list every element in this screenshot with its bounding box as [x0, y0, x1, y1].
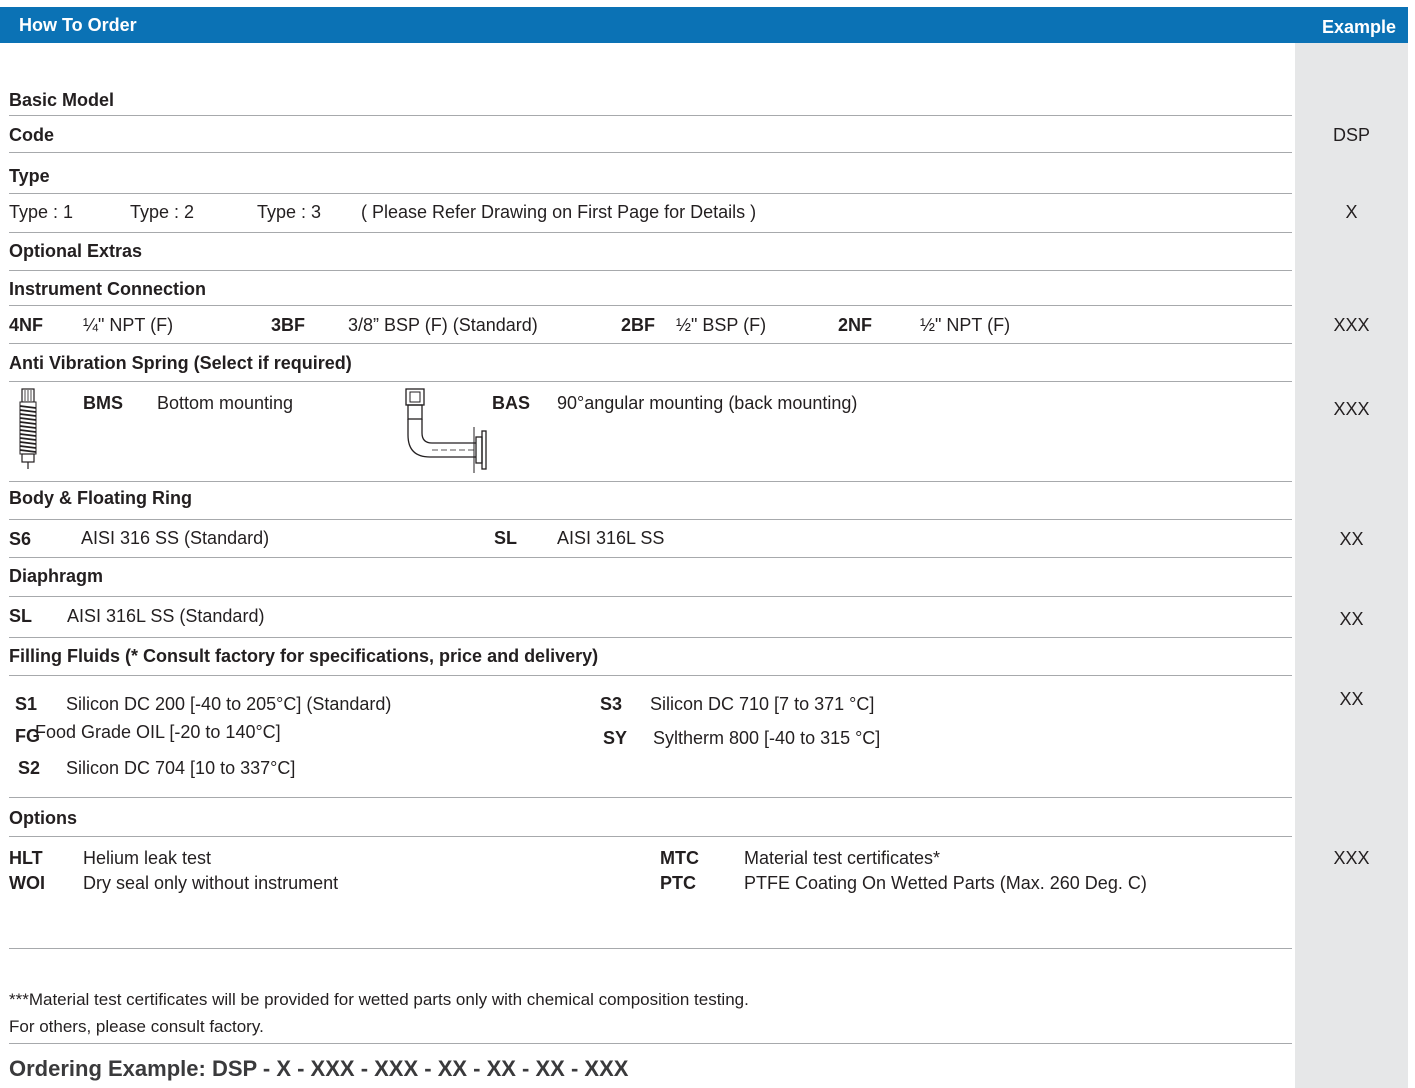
code-heading: Code: [9, 125, 54, 145]
code-2nf: 2NF: [838, 315, 873, 335]
angular-mounting-icon: [405, 388, 487, 473]
anti-vibration-heading: Anti Vibration Spring (Select if require…: [9, 353, 352, 373]
divider: [9, 637, 1292, 638]
code-4nf: 4NF: [9, 315, 44, 335]
footnote-line-1: ***Material test certificates will be pr…: [9, 990, 749, 1009]
basic-model-heading: Basic Model: [9, 90, 115, 110]
type-example: X: [1345, 202, 1358, 222]
desc-hlt: Helium leak test: [83, 848, 212, 868]
desc-s6: AISI 316 SS (Standard): [81, 528, 270, 548]
order-header-bar: How To Order Example: [0, 7, 1408, 43]
code-bas: BAS: [492, 393, 531, 413]
desc-2nf: ½" NPT (F): [920, 315, 1011, 335]
code-3bf: 3BF: [271, 315, 306, 335]
bottom-mounting-spring-icon: [19, 388, 37, 469]
diaphragm-heading: Diaphragm: [9, 566, 104, 586]
code-example: DSP: [1332, 125, 1370, 145]
divider: [9, 343, 1292, 344]
desc-s3: Silicon DC 710 [7 to 371 °C]: [650, 694, 875, 714]
code-sl-body: SL: [494, 528, 518, 548]
desc-sy: Syltherm 800 [-40 to 315 °C]: [653, 728, 881, 748]
type-note: ( Please Refer Drawing on First Page for…: [361, 202, 757, 222]
type-option-2: Type : 2: [130, 202, 195, 222]
divider: [9, 675, 1292, 676]
example-column-title: Example: [1321, 17, 1396, 37]
how-to-order-title: How To Order: [19, 15, 137, 35]
code-s3: S3: [600, 694, 623, 714]
divider: [9, 948, 1292, 949]
desc-mtc: Material test certificates*: [744, 848, 941, 868]
desc-sl-diaphragm: AISI 316L SS (Standard): [67, 606, 265, 626]
divider: [9, 481, 1292, 482]
code-bms: BMS: [83, 393, 123, 413]
type-heading: Type: [9, 166, 50, 186]
desc-sl-body: AISI 316L SS: [557, 528, 665, 548]
divider: [9, 381, 1292, 382]
instrument-connection-example: XXX: [1333, 315, 1370, 335]
code-2bf: 2BF: [621, 315, 656, 335]
optional-extras-heading: Optional Extras: [9, 241, 143, 261]
example-column: [1295, 43, 1408, 1088]
divider: [9, 519, 1292, 520]
code-s1: S1: [15, 694, 38, 714]
divider: [9, 193, 1292, 194]
options-example: XXX: [1333, 848, 1370, 868]
type-option-3: Type : 3: [257, 202, 322, 222]
desc-bms: Bottom mounting: [157, 393, 294, 413]
instrument-connection-heading: Instrument Connection: [9, 279, 206, 299]
code-s2: S2: [18, 758, 41, 778]
code-hlt: HLT: [9, 848, 43, 868]
code-ptc: PTC: [660, 873, 696, 893]
desc-s2: Silicon DC 704 [10 to 337°C]: [66, 758, 296, 778]
code-mtc: MTC: [660, 848, 699, 868]
desc-bas: 90°angular mounting (back mounting): [557, 393, 858, 413]
desc-2bf: ½" BSP (F): [676, 315, 767, 335]
code-sl-diaphragm: SL: [9, 606, 33, 626]
desc-fg: Food Grade OIL [-20 to 140°C]: [35, 722, 281, 742]
desc-s1: Silicon DC 200 [-40 to 205°C] (Standard): [66, 694, 392, 714]
divider: [9, 836, 1292, 837]
code-woi: WOI: [9, 873, 45, 893]
type-option-1: Type : 1: [9, 202, 74, 222]
desc-woi: Dry seal only without instrument: [83, 873, 339, 893]
divider: [9, 797, 1292, 798]
body-ring-example: XX: [1339, 529, 1364, 549]
divider: [9, 152, 1292, 153]
filling-fluids-heading: Filling Fluids (* Consult factory for sp…: [9, 646, 599, 666]
diaphragm-example: XX: [1339, 609, 1364, 629]
filling-fluids-example: XX: [1339, 689, 1364, 709]
divider: [9, 115, 1292, 116]
divider: [9, 232, 1292, 233]
options-heading: Options: [9, 808, 77, 828]
divider: [9, 1043, 1292, 1044]
ordering-example: Ordering Example: DSP - X - XXX - XXX - …: [9, 1056, 629, 1081]
divider: [9, 557, 1292, 558]
code-s6: S6: [9, 529, 32, 549]
body-ring-heading: Body & Floating Ring: [9, 488, 192, 508]
anti-vibration-example: XXX: [1333, 399, 1370, 419]
desc-3bf: 3/8” BSP (F) (Standard): [348, 315, 538, 335]
desc-4nf: ¼" NPT (F): [83, 315, 174, 335]
divider: [9, 596, 1292, 597]
footnote-line-2: For others, please consult factory.: [9, 1017, 264, 1036]
code-sy: SY: [603, 728, 628, 748]
divider: [9, 305, 1292, 306]
desc-ptc: PTFE Coating On Wetted Parts (Max. 260 D…: [744, 873, 1147, 893]
divider: [9, 270, 1292, 271]
